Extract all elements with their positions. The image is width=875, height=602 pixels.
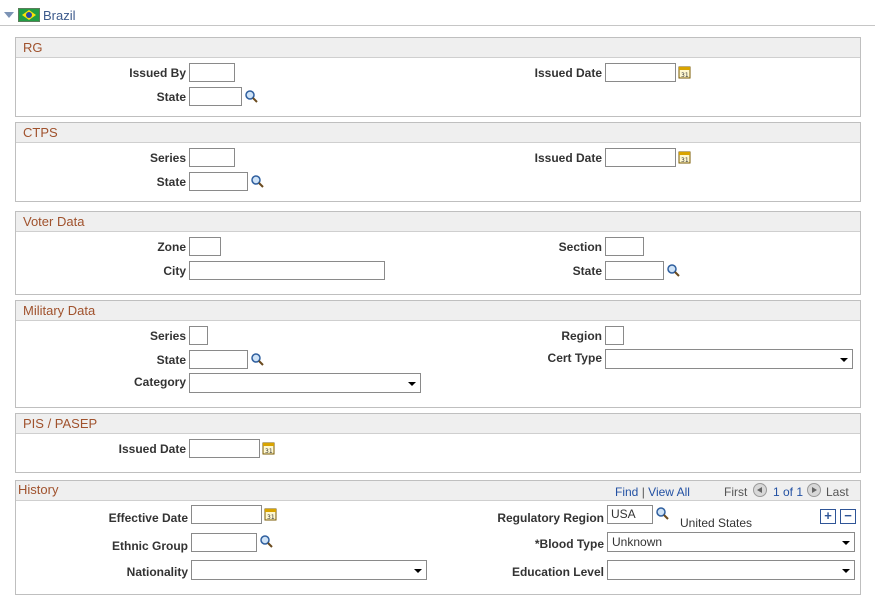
- ctps-series-label: Series: [149, 151, 186, 165]
- delete-row-button[interactable]: −: [840, 509, 856, 524]
- pis-section-title: PIS / PASEP: [16, 414, 860, 434]
- military-cert-type-label: Cert Type: [547, 351, 602, 365]
- voter-section-title: Voter Data: [16, 212, 860, 232]
- blood-type-selected: Unknown: [612, 535, 663, 549]
- military-region-input[interactable]: [605, 326, 624, 345]
- magnifier-icon[interactable]: [244, 89, 258, 103]
- find-link[interactable]: Find: [615, 485, 638, 499]
- calendar-icon[interactable]: 31: [678, 65, 692, 79]
- nav-separator: |: [641, 485, 645, 499]
- brazil-flag-icon: [18, 8, 40, 22]
- history-nav-find-group: Find | View All: [615, 483, 690, 501]
- nationality-label: Nationality: [126, 565, 188, 579]
- ctps-issued-date-input[interactable]: [605, 148, 676, 167]
- next-row-icon[interactable]: [807, 483, 821, 497]
- voter-section: Voter Data Zone Section City State: [15, 211, 861, 295]
- rg-issued-date-input[interactable]: [605, 63, 676, 82]
- rg-issued-by-label: Issued By: [129, 66, 186, 80]
- voter-section-label: Section: [558, 240, 602, 254]
- last-label: Last: [826, 485, 849, 499]
- pis-issued-date-input[interactable]: [189, 439, 260, 458]
- first-label: First: [724, 485, 748, 499]
- magnifier-icon[interactable]: [250, 352, 264, 366]
- ctps-issued-date-label: Issued Date: [534, 151, 602, 165]
- military-series-input[interactable]: [189, 326, 208, 345]
- chevron-down-icon: [408, 382, 416, 386]
- ctps-section-title: CTPS: [16, 123, 860, 143]
- ctps-series-input[interactable]: [189, 148, 235, 167]
- header-divider: [0, 25, 875, 26]
- chevron-down-icon: [840, 358, 848, 362]
- country-title[interactable]: Brazil: [43, 8, 76, 23]
- voter-city-input[interactable]: [189, 261, 385, 280]
- regulatory-region-input[interactable]: USA: [607, 505, 653, 524]
- chevron-down-icon: [842, 541, 850, 545]
- view-all-link[interactable]: View All: [648, 485, 690, 499]
- svg-text:31: 31: [265, 448, 273, 455]
- history-section: History Find | View All First 1 of 1 Las…: [15, 480, 861, 595]
- country-header[interactable]: Brazil: [4, 6, 76, 24]
- chevron-down-icon: [842, 569, 850, 573]
- pis-issued-date-label: Issued Date: [118, 442, 186, 456]
- regulatory-region-description: United States: [680, 516, 753, 530]
- voter-section-input[interactable]: [605, 237, 644, 256]
- calendar-icon[interactable]: 31: [678, 150, 692, 164]
- nationality-select[interactable]: [191, 560, 427, 580]
- voter-zone-input[interactable]: [189, 237, 221, 256]
- military-region-label: Region: [561, 329, 602, 343]
- svg-text:31: 31: [681, 72, 689, 79]
- military-state-label: State: [156, 353, 186, 367]
- military-category-select[interactable]: [189, 373, 421, 393]
- history-section-title: History: [18, 482, 59, 497]
- add-row-button[interactable]: +: [820, 509, 836, 524]
- effective-date-label: Effective Date: [108, 511, 188, 525]
- rg-section-title: RG: [16, 38, 860, 58]
- military-section: Military Data Series Region State Cert T…: [15, 300, 861, 408]
- ctps-state-label: State: [156, 175, 186, 189]
- regulatory-region-label: Regulatory Region: [497, 511, 604, 525]
- ctps-state-input[interactable]: [189, 172, 248, 191]
- education-level-label: Education Level: [511, 565, 604, 579]
- svg-text:31: 31: [681, 157, 689, 164]
- military-series-label: Series: [149, 329, 186, 343]
- military-category-label: Category: [133, 375, 186, 389]
- effective-date-input[interactable]: [191, 505, 262, 524]
- magnifier-icon[interactable]: [259, 534, 273, 548]
- blood-type-label: *Blood Type: [534, 537, 604, 551]
- rg-issued-date-label: Issued Date: [534, 66, 602, 80]
- svg-text:31: 31: [267, 514, 275, 521]
- page-info: 1 of 1: [773, 485, 804, 499]
- military-section-title: Military Data: [16, 301, 860, 321]
- voter-state-label: State: [572, 264, 602, 278]
- rg-state-input[interactable]: [189, 87, 242, 106]
- ctps-section: CTPS Series Issued Date 31 State: [15, 122, 861, 202]
- pis-section: PIS / PASEP Issued Date 31: [15, 413, 861, 473]
- military-cert-type-select[interactable]: [605, 349, 853, 369]
- ethnic-group-label: Ethnic Group: [112, 539, 188, 553]
- magnifier-icon[interactable]: [655, 506, 669, 520]
- calendar-icon[interactable]: 31: [264, 507, 278, 521]
- previous-row-icon[interactable]: [753, 483, 767, 497]
- rg-issued-by-input[interactable]: [189, 63, 235, 82]
- military-state-input[interactable]: [189, 350, 248, 369]
- blood-type-select[interactable]: Unknown: [607, 532, 855, 552]
- voter-zone-label: Zone: [157, 240, 186, 254]
- voter-city-label: City: [163, 264, 186, 278]
- rg-state-label: State: [156, 90, 186, 104]
- rg-section: RG Issued By Issued Date 31 State: [15, 37, 861, 117]
- magnifier-icon[interactable]: [666, 263, 680, 277]
- magnifier-icon[interactable]: [250, 174, 264, 188]
- chevron-down-icon: [414, 569, 422, 573]
- triangle-down-icon[interactable]: [4, 12, 14, 18]
- calendar-icon[interactable]: 31: [262, 441, 276, 455]
- ethnic-group-input[interactable]: [191, 533, 257, 552]
- education-level-select[interactable]: [607, 560, 855, 580]
- voter-state-input[interactable]: [605, 261, 664, 280]
